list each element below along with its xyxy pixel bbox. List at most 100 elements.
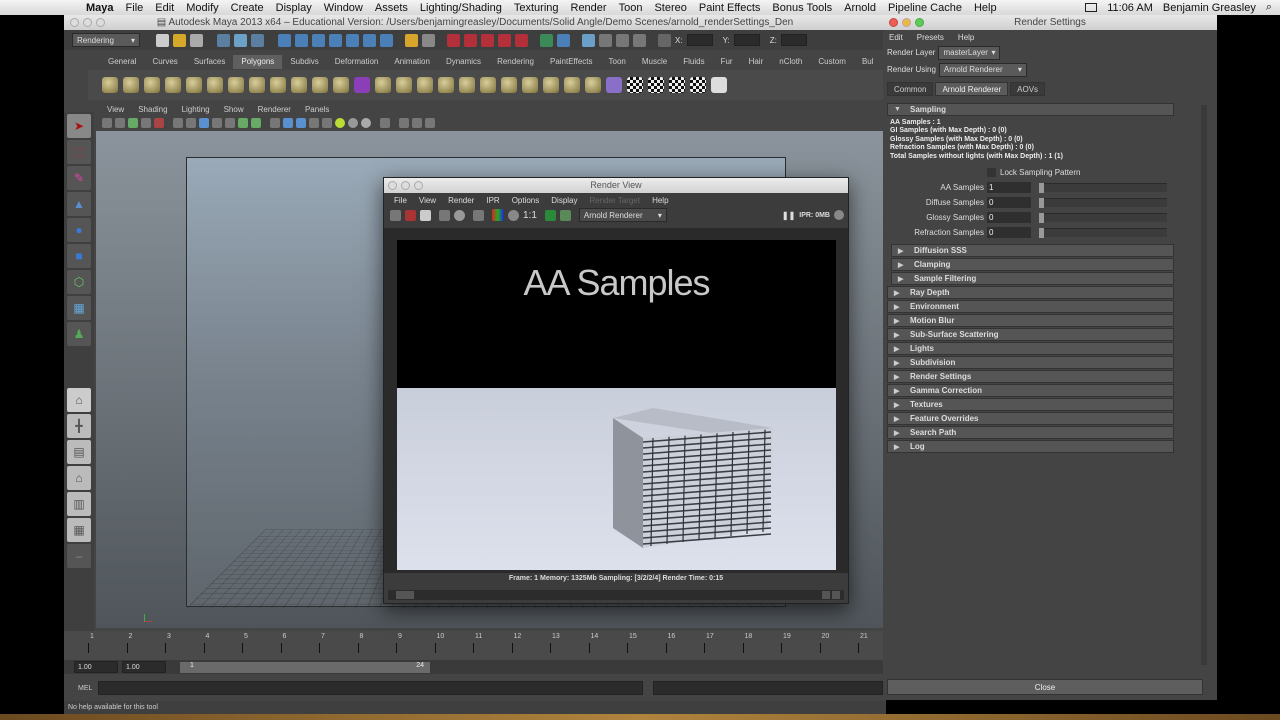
viewport-menu-view[interactable]: View <box>100 105 131 114</box>
tab-arnold-renderer[interactable]: Arnold Renderer <box>935 82 1009 96</box>
shelf-tab-dynamics[interactable]: Dynamics <box>438 55 489 69</box>
ambient-occlusion-icon[interactable] <box>348 118 358 128</box>
select-object-icon[interactable] <box>234 33 247 47</box>
section-lights[interactable]: ▶ Lights <box>887 342 1174 356</box>
remove-image-icon[interactable] <box>559 209 571 221</box>
tab-aovs[interactable]: AOVs <box>1010 82 1046 96</box>
single-perspective-layout-icon[interactable]: ⌂ <box>67 388 91 412</box>
x-coord-field[interactable] <box>686 34 713 46</box>
select-camera-icon[interactable] <box>102 118 112 128</box>
render-layer-dropdown[interactable]: masterLayer ▾ <box>938 45 1001 60</box>
snap-curve-icon[interactable] <box>295 33 308 47</box>
render-settings-minimize-button[interactable] <box>902 18 911 27</box>
select-component-icon[interactable] <box>251 33 264 47</box>
section-log[interactable]: ▶ Log <box>887 440 1174 454</box>
viewport-menu-renderer[interactable]: Renderer <box>251 105 298 114</box>
move-tool-icon[interactable]: ▲ <box>67 192 91 216</box>
spotlight-search-icon[interactable]: ⌕ <box>1266 1 1272 14</box>
two-d-pan-zoom-icon[interactable] <box>154 118 164 128</box>
shadows-icon[interactable] <box>335 118 345 128</box>
shelf-tab-rendering[interactable]: Rendering <box>489 55 542 69</box>
bevel-icon[interactable] <box>501 77 517 93</box>
poly-pipe-icon[interactable] <box>249 77 265 93</box>
poly-cube-icon[interactable] <box>123 77 139 93</box>
render-settings-close-button[interactable] <box>889 18 898 27</box>
modeling-toolkit-icon[interactable] <box>633 33 646 47</box>
section-motion-blur[interactable]: ▶ Motion Blur <box>887 314 1174 328</box>
grid-icon[interactable] <box>173 118 183 128</box>
app-menu-maya[interactable]: Maya <box>80 2 120 14</box>
rv-menu-options[interactable]: Options <box>506 196 546 205</box>
section-search-path[interactable]: ▶ Search Path <box>887 426 1174 440</box>
tab-common[interactable]: Common <box>887 82 934 96</box>
outliner-icon[interactable] <box>616 33 629 47</box>
textured-icon[interactable] <box>309 118 319 128</box>
redo-previous-render-icon[interactable] <box>390 209 401 221</box>
slider-handle[interactable] <box>1039 228 1044 239</box>
smooth-shade-icon[interactable] <box>283 118 293 128</box>
section-ray-depth[interactable]: ▶ Ray Depth <box>887 286 1174 300</box>
extrude-icon[interactable] <box>375 77 391 93</box>
mirror-geometry-icon[interactable] <box>354 77 370 93</box>
range-slider[interactable]: 1 24 <box>180 661 430 673</box>
shelf-tab-muscle[interactable]: Muscle <box>634 55 675 69</box>
shelf-tab-toon[interactable]: Toon <box>601 55 634 69</box>
poly-plane-icon[interactable] <box>186 77 202 93</box>
glossy-samples-slider[interactable] <box>1039 213 1167 224</box>
rs-menu-help[interactable]: Help <box>958 33 974 42</box>
snap-grid-icon[interactable] <box>278 33 291 47</box>
ipr-render-icon[interactable] <box>464 33 477 47</box>
cylindrical-mapping-icon[interactable] <box>648 77 664 93</box>
transform-input-icon[interactable] <box>658 33 671 47</box>
help-question-icon[interactable] <box>380 33 393 47</box>
shelf-tab-ncloth[interactable]: nCloth <box>771 55 810 69</box>
aa-samples-slider[interactable] <box>1039 183 1167 194</box>
wireframe-on-shaded-icon[interactable] <box>296 118 306 128</box>
command-input[interactable] <box>98 681 644 695</box>
scale-tool-icon[interactable]: ■ <box>67 244 91 268</box>
viewport-menu-shading[interactable]: Shading <box>131 105 174 114</box>
menu-edit[interactable]: Edit <box>149 2 180 14</box>
close-window-button[interactable] <box>70 18 79 27</box>
share-icon[interactable] <box>425 118 435 128</box>
persp-graph-layout-icon[interactable]: ⌂ <box>67 466 91 490</box>
tool-settings-icon[interactable] <box>582 33 595 47</box>
pause-ipr-icon[interactable]: ❚❚ <box>782 211 795 220</box>
render-view-zoom-button[interactable] <box>414 181 423 190</box>
save-scene-icon[interactable] <box>190 33 203 47</box>
render-using-dropdown[interactable]: Arnold Renderer ▾ <box>938 62 1027 77</box>
attribute-editor-icon[interactable] <box>557 33 570 47</box>
merge-icon[interactable] <box>522 77 538 93</box>
section-feature-overrides[interactable]: ▶ Feature Overrides <box>887 412 1174 426</box>
rv-menu-view[interactable]: View <box>413 196 442 205</box>
rotate-tool-icon[interactable]: ● <box>67 218 91 242</box>
quadrangulate-icon[interactable] <box>585 77 601 93</box>
redo-ipr-icon[interactable] <box>439 209 450 221</box>
four-view-layout-icon[interactable]: ╋ <box>67 414 91 438</box>
command-language-label[interactable]: MEL <box>78 685 92 692</box>
keep-image-icon[interactable] <box>544 209 556 221</box>
poly-sphere-icon[interactable] <box>102 77 118 93</box>
section-sub-surface-scattering[interactable]: ▶ Sub-Surface Scattering <box>887 328 1174 342</box>
section-clamping[interactable]: ▶ Clamping <box>891 258 1174 272</box>
render-settings-icon[interactable] <box>481 33 494 47</box>
hypershade-persp-layout-icon[interactable]: ▥ <box>67 492 91 516</box>
bridge-icon[interactable] <box>396 77 412 93</box>
safe-title-icon[interactable] <box>251 118 261 128</box>
universal-manipulator-icon[interactable]: ⬡ <box>67 270 91 294</box>
rv-menu-file[interactable]: File <box>388 196 413 205</box>
bookmarks-icon[interactable] <box>128 118 138 128</box>
shelf-tab-general[interactable]: General <box>100 55 144 69</box>
shelf-tab-fur[interactable]: Fur <box>713 55 741 69</box>
rv-menu-render[interactable]: Render <box>442 196 480 205</box>
poly-cone-icon[interactable] <box>165 77 181 93</box>
menu-window[interactable]: Window <box>318 2 369 14</box>
gate-mask-icon[interactable] <box>212 118 222 128</box>
channel-box-icon[interactable] <box>540 33 553 47</box>
section-gamma-correction[interactable]: ▶ Gamma Correction <box>887 384 1174 398</box>
minimize-window-button[interactable] <box>83 18 92 27</box>
rendered-image[interactable]: AA Samples <box>397 240 836 570</box>
glossy-samples-field[interactable]: 0 <box>987 212 1031 224</box>
y-coord-field[interactable] <box>733 34 760 46</box>
separate-icon[interactable] <box>312 77 328 93</box>
